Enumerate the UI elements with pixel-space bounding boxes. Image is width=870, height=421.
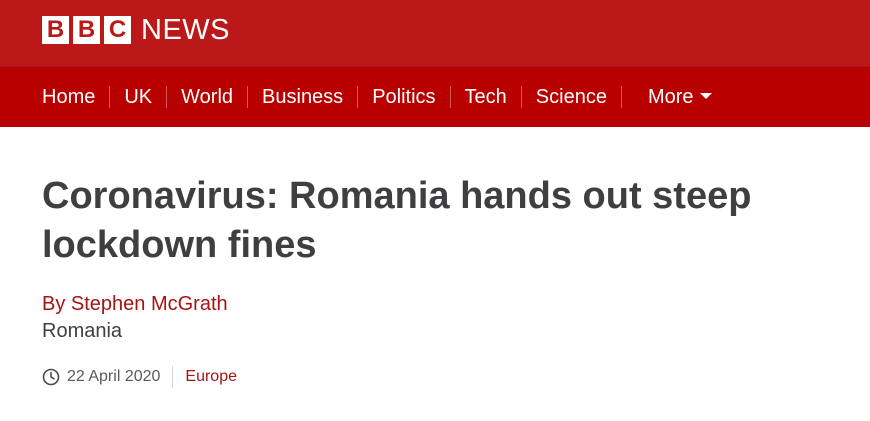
byline-location: Romania [42, 320, 123, 342]
chevron-down-icon [699, 93, 712, 99]
logo-letter-b1: B [42, 16, 69, 44]
nav-divider [620, 86, 622, 108]
nav-item-home[interactable]: Home [42, 67, 109, 127]
bbc-news-logo[interactable]: B B C NEWS [42, 14, 230, 46]
masthead: B B C NEWS [0, 0, 870, 66]
nav-item-politics[interactable]: Politics [358, 67, 449, 127]
article-date: 22 April 2020 [67, 368, 161, 385]
logo-letter-b2: B [73, 16, 100, 44]
nav-item-world[interactable]: World [167, 67, 247, 127]
nav-more-button[interactable]: More [634, 67, 726, 127]
nav-item-science[interactable]: Science [522, 67, 621, 127]
main-navigation: Home UK World Business Politics Tech Sci… [0, 66, 870, 127]
section-link-europe[interactable]: Europe [185, 368, 237, 386]
nav-item-business[interactable]: Business [248, 67, 357, 127]
nav-more-label: More [647, 86, 694, 108]
article-meta: 22 April 2020 Europe [42, 365, 237, 389]
article-byline: By Stephen McGrath [42, 293, 228, 315]
logo-letter-c: C [104, 16, 131, 44]
nav-item-uk[interactable]: UK [110, 67, 166, 127]
logo-news-text: NEWS [141, 14, 230, 46]
clock-icon [42, 368, 60, 386]
article-headline: Coronavirus: Romania hands out steep loc… [42, 175, 752, 266]
meta-divider [172, 366, 174, 388]
nav-item-tech[interactable]: Tech [451, 67, 521, 127]
